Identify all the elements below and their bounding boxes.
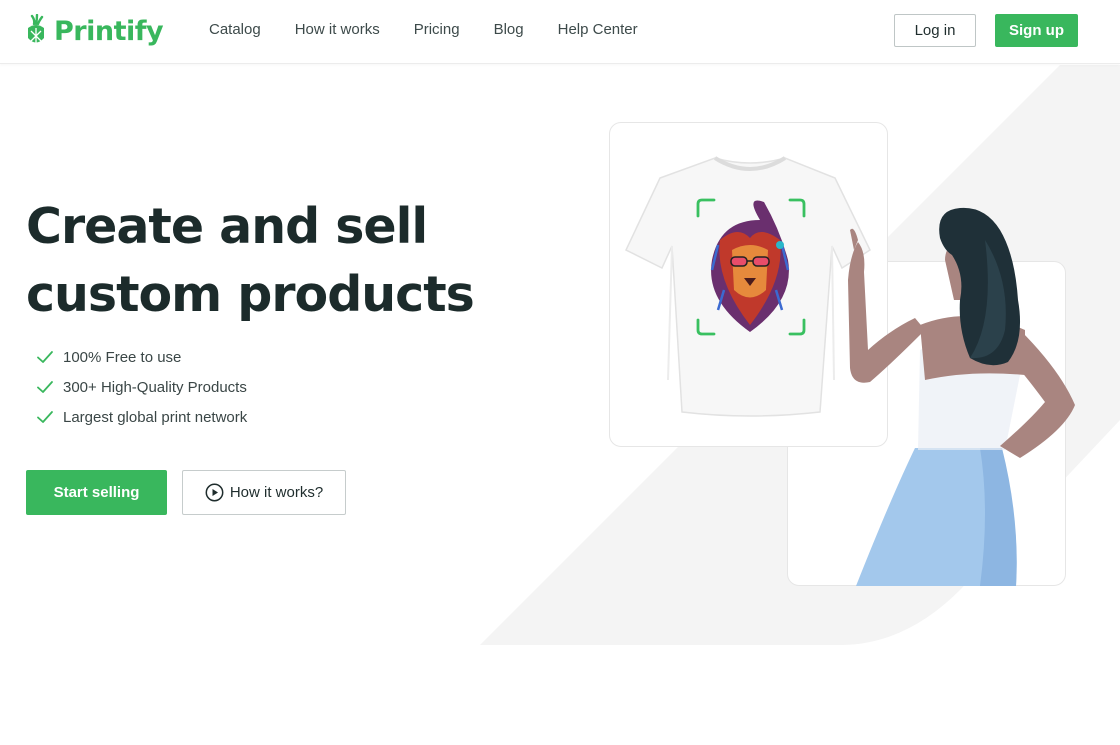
nav-blog[interactable]: Blog (494, 21, 524, 38)
pineapple-logo-icon (28, 14, 44, 44)
login-button[interactable]: Log in (894, 14, 976, 47)
nav-pricing[interactable]: Pricing (414, 21, 460, 38)
checkmark-icon (37, 351, 53, 363)
feature-label: Largest global print network (63, 408, 248, 426)
how-it-works-button[interactable]: How it works? (182, 470, 346, 515)
feature-item: 100% Free to use (36, 342, 247, 372)
woman-pointing-illustration (848, 207, 1075, 586)
hero-title: Create and sell custom products (26, 193, 475, 329)
main-nav: Catalog How it works Pricing Blog Help C… (209, 21, 638, 38)
nav-help-center[interactable]: Help Center (558, 21, 638, 38)
nav-catalog[interactable]: Catalog (209, 21, 261, 38)
brand-logo[interactable]: Printify (24, 14, 164, 48)
checkmark-icon (37, 411, 53, 423)
hero-title-line-1: Create and sell (26, 198, 428, 255)
signup-button[interactable]: Sign up (995, 14, 1078, 47)
site-header: Printify Catalog How it works Pricing Bl… (0, 0, 1120, 64)
nav-how-it-works[interactable]: How it works (295, 21, 380, 38)
how-it-works-label: How it works? (229, 484, 324, 501)
start-selling-button[interactable]: Start selling (26, 470, 167, 515)
checkmark-icon (37, 381, 53, 393)
feature-list: 100% Free to use 300+ High-Quality Produ… (36, 342, 247, 432)
play-circle-icon (205, 483, 224, 502)
hero-title-line-2: custom products (26, 266, 475, 323)
feature-label: 100% Free to use (63, 348, 182, 366)
feature-item: Largest global print network (36, 402, 247, 432)
feature-item: 300+ High-Quality Products (36, 372, 247, 402)
feature-label: 300+ High-Quality Products (63, 378, 247, 396)
brand-name: Printify (54, 15, 164, 47)
